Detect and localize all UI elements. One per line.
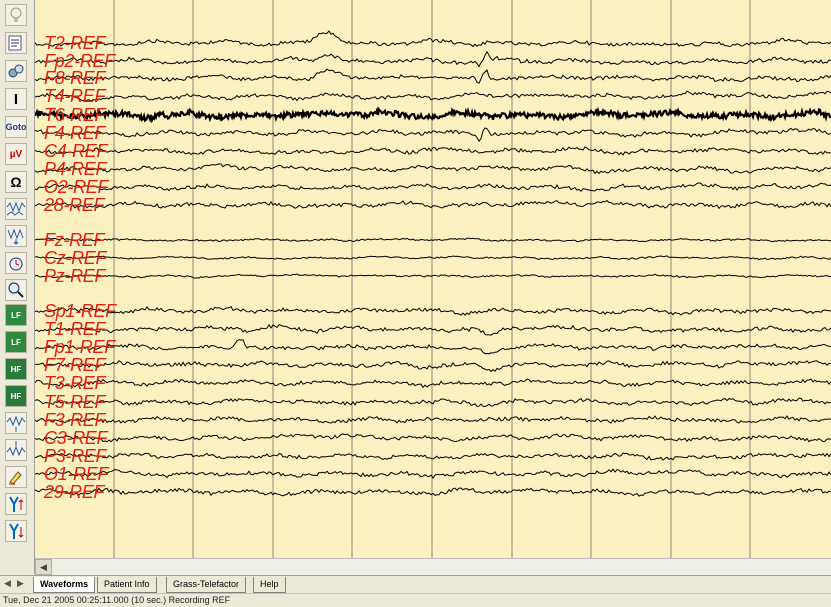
eeg-trace-f7-ref xyxy=(35,360,831,373)
gain-down-icon[interactable] xyxy=(5,439,27,461)
eeg-trace-t2-ref xyxy=(35,30,831,48)
eeg-trace-cz-ref xyxy=(35,255,831,261)
hf-increase-icon[interactable]: HF xyxy=(5,358,27,380)
tab-patient-info[interactable]: Patient Info xyxy=(97,577,157,593)
eeg-trace-p4-ref xyxy=(35,163,831,175)
channel-label: O1-REF xyxy=(44,464,109,484)
channel-label: F3-REF xyxy=(44,410,106,430)
channel-label: F8-REF xyxy=(44,68,106,88)
sensitivity-label: µV xyxy=(9,148,23,160)
status-bar: Tue, Dec 21 2005 00:25:11.000 (10 sec.) … xyxy=(0,593,831,607)
eeg-trace-28-ref xyxy=(35,199,831,210)
eeg-trace-p3-ref xyxy=(35,452,831,461)
montage-edit-icon[interactable] xyxy=(5,32,27,54)
montage-up-icon[interactable] xyxy=(5,493,27,515)
tab-nav-prev-icon[interactable]: ◀ xyxy=(4,578,11,589)
lf-increase-icon[interactable]: LF xyxy=(5,304,27,326)
waveform-compress-icon[interactable] xyxy=(5,198,27,220)
marker-icon[interactable] xyxy=(5,466,27,488)
channel-label: P3-REF xyxy=(44,446,107,466)
channel-label: T4-REF xyxy=(44,86,106,106)
channel-label: Cz-REF xyxy=(44,248,107,268)
tab-nav-next-icon[interactable]: ▶ xyxy=(17,578,24,589)
eeg-trace-c4-ref xyxy=(35,146,831,156)
tab-waveforms[interactable]: Waveforms xyxy=(33,577,96,593)
eeg-trace-sp1-ref xyxy=(35,305,831,316)
lightbulb-icon[interactable] xyxy=(5,4,27,26)
zoom-icon[interactable] xyxy=(5,279,27,301)
channel-label: Fp1-REF xyxy=(44,337,115,357)
cursor-icon[interactable]: I xyxy=(5,88,27,110)
waveform-expand-icon[interactable] xyxy=(5,225,27,247)
channel-label: Fz-REF xyxy=(44,230,105,250)
sensitivity-icon[interactable]: µV xyxy=(5,143,27,165)
tab-help[interactable]: Help xyxy=(253,577,286,593)
hf-decrease-icon[interactable]: HF xyxy=(5,385,27,407)
eeg-waveform-panel[interactable]: T2-REF Fp2-REF F8-REF T4-REF T6-REF F4-REF C4-… xyxy=(35,0,831,558)
impedance-label: Ω xyxy=(10,174,22,190)
eeg-trace-f3-ref xyxy=(35,415,831,424)
cursor-label: I xyxy=(13,90,19,108)
eeg-trace-t1-ref xyxy=(35,323,831,336)
channel-label: T1-REF xyxy=(44,319,106,339)
channel-label: T2-REF xyxy=(44,33,106,53)
status-text: Tue, Dec 21 2005 00:25:11.000 (10 sec.) … xyxy=(3,595,231,605)
lf-increase-label: LF xyxy=(11,310,21,320)
eeg-trace-pz-ref xyxy=(35,273,831,279)
channel-label: T6-REF xyxy=(44,105,106,125)
hf-increase-label: HF xyxy=(10,364,22,374)
eeg-trace-t5-ref xyxy=(35,397,831,408)
eeg-trace-fz-ref xyxy=(35,237,831,243)
eeg-trace-c3-ref xyxy=(35,433,831,443)
gain-up-icon[interactable] xyxy=(5,412,27,434)
goto-label: Goto xyxy=(5,122,27,132)
channel-label: Pz-REF xyxy=(44,266,106,286)
eeg-trace-29-ref xyxy=(35,487,831,497)
eeg-trace-t4-ref xyxy=(35,90,831,102)
channel-label: T5-REF xyxy=(44,392,106,412)
tab-bar: ◀ ▶ Waveforms Patient Info Grass-Telefac… xyxy=(0,575,831,593)
lf-decrease-icon[interactable]: LF xyxy=(5,331,27,353)
channel-label: Sp1-REF xyxy=(44,301,116,321)
eeg-trace-fp2-ref xyxy=(35,50,831,68)
horizontal-scrollbar[interactable]: ◀ xyxy=(35,558,831,575)
eeg-trace-t6-ref xyxy=(35,106,831,124)
channel-label: C4-REF xyxy=(44,141,108,161)
lf-decrease-label: LF xyxy=(11,337,21,347)
channel-label: 28-REF xyxy=(44,195,105,215)
channel-label: O2-REF xyxy=(44,177,109,197)
eeg-trace-f8-ref xyxy=(35,68,831,84)
channel-label: 29-REF xyxy=(44,482,105,502)
eeg-trace-t3-ref xyxy=(35,378,831,389)
hf-decrease-label: HF xyxy=(10,391,22,401)
channel-label: C3-REF xyxy=(44,428,108,448)
filter-settings-icon[interactable] xyxy=(5,60,27,82)
tab-grass-telefactor[interactable]: Grass-Telefactor xyxy=(166,577,247,593)
eeg-trace-f4-ref xyxy=(35,127,831,143)
eeg-trace-fp1-ref xyxy=(35,339,831,355)
channel-label: T3-REF xyxy=(44,373,106,393)
goto-button[interactable]: Goto xyxy=(5,116,27,138)
eeg-trace-o1-ref xyxy=(35,468,831,479)
scroll-left-arrow-icon[interactable]: ◀ xyxy=(35,559,52,575)
eeg-trace-o2-ref xyxy=(35,182,831,193)
eeg-traces xyxy=(35,0,831,558)
impedance-icon[interactable]: Ω xyxy=(5,171,27,193)
channel-label: F7-REF xyxy=(44,355,106,375)
montage-down-icon[interactable] xyxy=(5,520,27,542)
tool-palette: I Goto µV Ω LF LF HF HF xyxy=(0,0,35,574)
timer-icon[interactable] xyxy=(5,252,27,274)
channel-label: F4-REF xyxy=(44,123,106,143)
channel-label: P4-REF xyxy=(44,159,107,179)
